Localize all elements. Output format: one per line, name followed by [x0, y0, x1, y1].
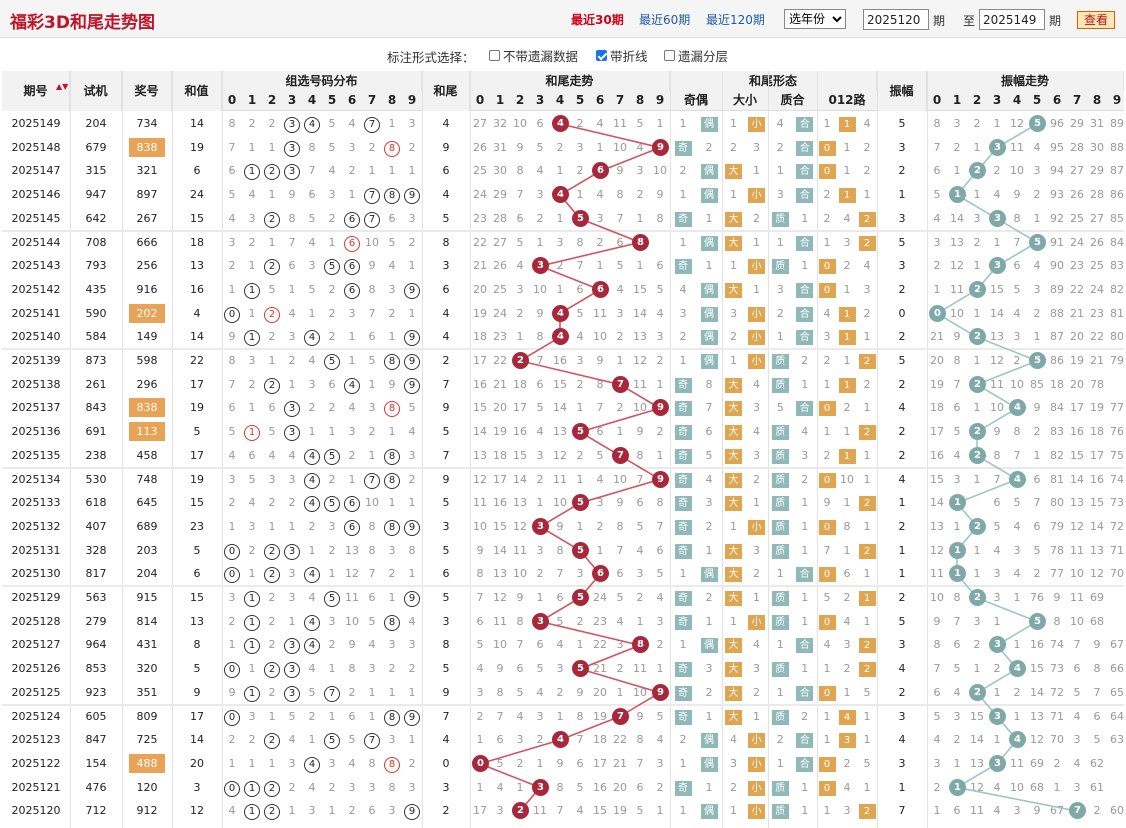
tail-trend-ball: 3: [532, 778, 549, 796]
amplitude-trend-ball: 4: [1009, 660, 1026, 678]
tail-trend-ball: 7: [612, 446, 629, 464]
amplitude-trend-ball: 3: [989, 138, 1006, 156]
tail-trend-ball: 5: [572, 541, 589, 559]
tail-trend-ball: 5: [572, 589, 589, 606]
amplitude-trend-ball: 3: [989, 754, 1006, 772]
amplitude-trend-ball: 5: [1029, 233, 1046, 251]
tail-trend-ball: 5: [572, 209, 589, 227]
amplitude-trend-ball: 4: [1009, 470, 1026, 488]
tail-trend-ball: 4: [552, 115, 569, 132]
tail-trend-ball: 4: [552, 186, 569, 204]
tail-trend-ball: 5: [572, 423, 589, 441]
tail-trend-ball: 0: [472, 754, 489, 772]
amplitude-trend-ball: 2: [969, 589, 986, 606]
amplitude-trend-ball: 1: [949, 778, 966, 796]
amplitude-trend-ball: 2: [969, 683, 986, 701]
amplitude-trend-ball: 1: [949, 541, 966, 559]
amplitude-trend-ball: 5: [1029, 612, 1046, 630]
amplitude-trend-ball: 2: [969, 280, 986, 298]
amplitude-trend-ball: 2: [969, 517, 986, 535]
amplitude-trend-ball: 2: [969, 423, 986, 441]
amplitude-trend-ball: 2: [969, 446, 986, 464]
amplitude-trend-ball: 0: [929, 304, 946, 322]
tail-trend-ball: 8: [632, 233, 649, 251]
tail-trend-ball: 9: [652, 470, 669, 488]
amplitude-trend-line: [935, 123, 1078, 812]
amplitude-trend-ball: 5: [1029, 352, 1046, 369]
amplitude-trend-ball: 3: [989, 707, 1006, 725]
tail-trend-ball: 7: [612, 707, 629, 725]
tail-trend-ball: 6: [592, 280, 609, 298]
tail-trend-line: [477, 123, 663, 812]
amplitude-trend-ball: 2: [969, 375, 986, 393]
tail-trend-ball: 5: [572, 660, 589, 678]
tail-trend-ball: 9: [652, 683, 669, 701]
amplitude-trend-ball: 5: [1029, 115, 1046, 132]
tail-trend-ball: 4: [552, 304, 569, 322]
amplitude-trend-ball: 3: [989, 209, 1006, 227]
tail-trend-ball: 3: [532, 612, 549, 630]
tail-trend-ball: 2: [512, 352, 529, 369]
tail-trend-ball: 7: [612, 375, 629, 393]
amplitude-trend-ball: 1: [949, 186, 966, 204]
tail-trend-ball: 3: [532, 517, 549, 535]
tail-trend-ball: 9: [652, 138, 669, 156]
